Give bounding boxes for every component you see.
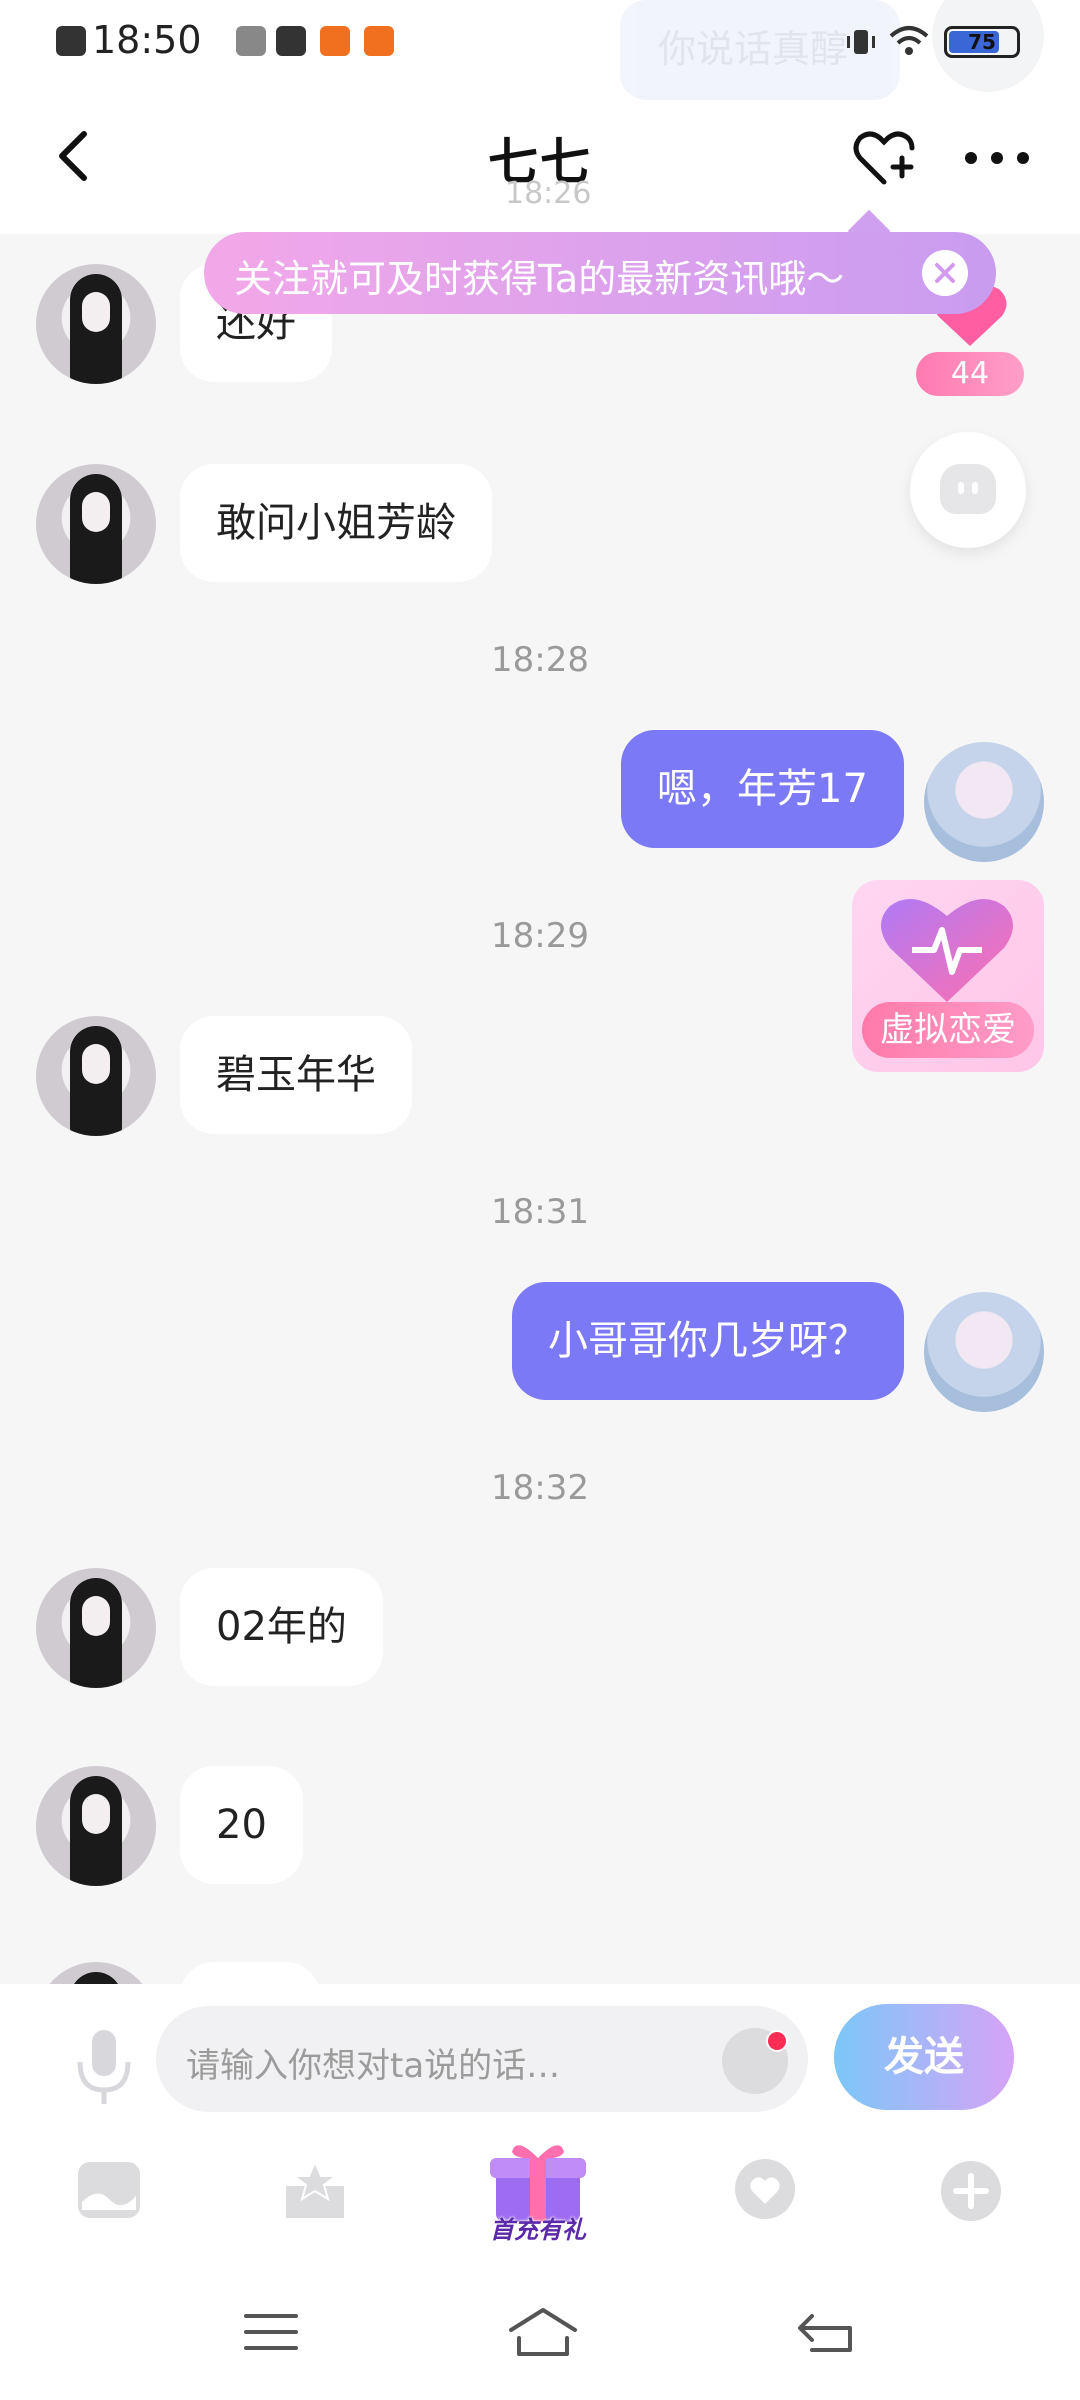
close-icon[interactable] <box>922 250 968 296</box>
chat-header: 七七 18:26 <box>0 80 1080 234</box>
send-button[interactable]: 发送 <box>834 2004 1014 2110</box>
follow-tooltip[interactable]: 关注就可及时获得Ta的最新资讯哦～ <box>204 232 996 314</box>
home-icon[interactable] <box>505 2302 581 2362</box>
message-bubble-partial[interactable] <box>180 1962 320 1984</box>
message-bubble[interactable]: 碧玉年华 <box>180 1016 412 1134</box>
user-avatar[interactable] <box>924 1292 1044 1412</box>
battery-icon: 75 <box>944 26 1020 58</box>
timestamp: 18:31 <box>491 1192 589 1232</box>
input-placeholder: 请输入你想对ta说的话… <box>186 2046 561 2086</box>
contact-avatar[interactable] <box>36 464 156 584</box>
timestamp: 18:28 <box>491 640 589 680</box>
notification-text: 你说话真醇 <box>658 27 849 71</box>
user-avatar[interactable] <box>924 742 1044 862</box>
app-icon <box>364 26 394 56</box>
message-bubble[interactable]: 敢问小姐芳龄 <box>180 464 492 582</box>
app-icon <box>320 26 350 56</box>
contact-avatar[interactable] <box>36 1016 156 1136</box>
follow-heart-icon[interactable] <box>852 128 916 188</box>
input-bar: 请输入你想对ta说的话… 发送 <box>0 1984 1080 2136</box>
contact-avatar[interactable] <box>36 1766 156 1886</box>
message-bubble[interactable]: 小哥哥你几岁呀？ <box>512 1282 904 1400</box>
message-input[interactable]: 请输入你想对ta说的话… <box>156 2006 808 2112</box>
wifi-icon <box>889 26 929 55</box>
plus-icon[interactable] <box>936 2156 1006 2226</box>
partial-timestamp: 18:26 <box>505 176 592 211</box>
back-nav-icon[interactable] <box>792 2302 862 2362</box>
image-icon[interactable] <box>74 2156 144 2226</box>
battery-text: 75 <box>968 30 996 54</box>
app-icon <box>236 26 266 56</box>
robot-icon <box>940 464 996 514</box>
vibrate-icon <box>847 30 875 54</box>
virtual-love-card[interactable]: 虚拟恋爱 <box>852 880 1044 1072</box>
microphone-icon[interactable] <box>76 2026 132 2106</box>
notification-dot <box>766 2030 788 2052</box>
gift-label: 首充有礼 <box>490 2216 586 2244</box>
status-bar: 18:50 你说话真醇 75 <box>0 0 1080 100</box>
contact-avatar[interactable] <box>36 264 156 384</box>
contact-avatar[interactable] <box>36 1568 156 1688</box>
system-nav-bar <box>0 2266 1080 2400</box>
chat-toolbar: 首充有礼 <box>0 2136 1080 2266</box>
heart-pulse-icon <box>881 898 1013 1002</box>
message-bubble[interactable]: 嗯，年芳17 <box>621 730 904 848</box>
status-time: 18:50 <box>92 18 202 62</box>
message-bubble[interactable]: 02年的 <box>180 1568 383 1686</box>
heart-chat-icon[interactable] <box>730 2156 800 2226</box>
ai-assistant-button[interactable] <box>910 432 1026 548</box>
message-bubble[interactable]: 20 <box>180 1766 303 1884</box>
virtual-love-label: 虚拟恋爱 <box>862 1002 1034 1058</box>
contact-avatar[interactable] <box>36 1962 156 1984</box>
close-notification-icon <box>56 26 86 56</box>
tooltip-text: 关注就可及时获得Ta的最新资讯哦～ <box>234 257 845 301</box>
more-icon[interactable] <box>962 140 1032 176</box>
star-card-icon[interactable] <box>280 2156 350 2226</box>
timestamp: 18:32 <box>491 1468 589 1508</box>
gift-count-badge[interactable]: 44 <box>916 352 1024 396</box>
menu-icon[interactable] <box>236 2302 306 2362</box>
app-icon <box>276 26 306 56</box>
